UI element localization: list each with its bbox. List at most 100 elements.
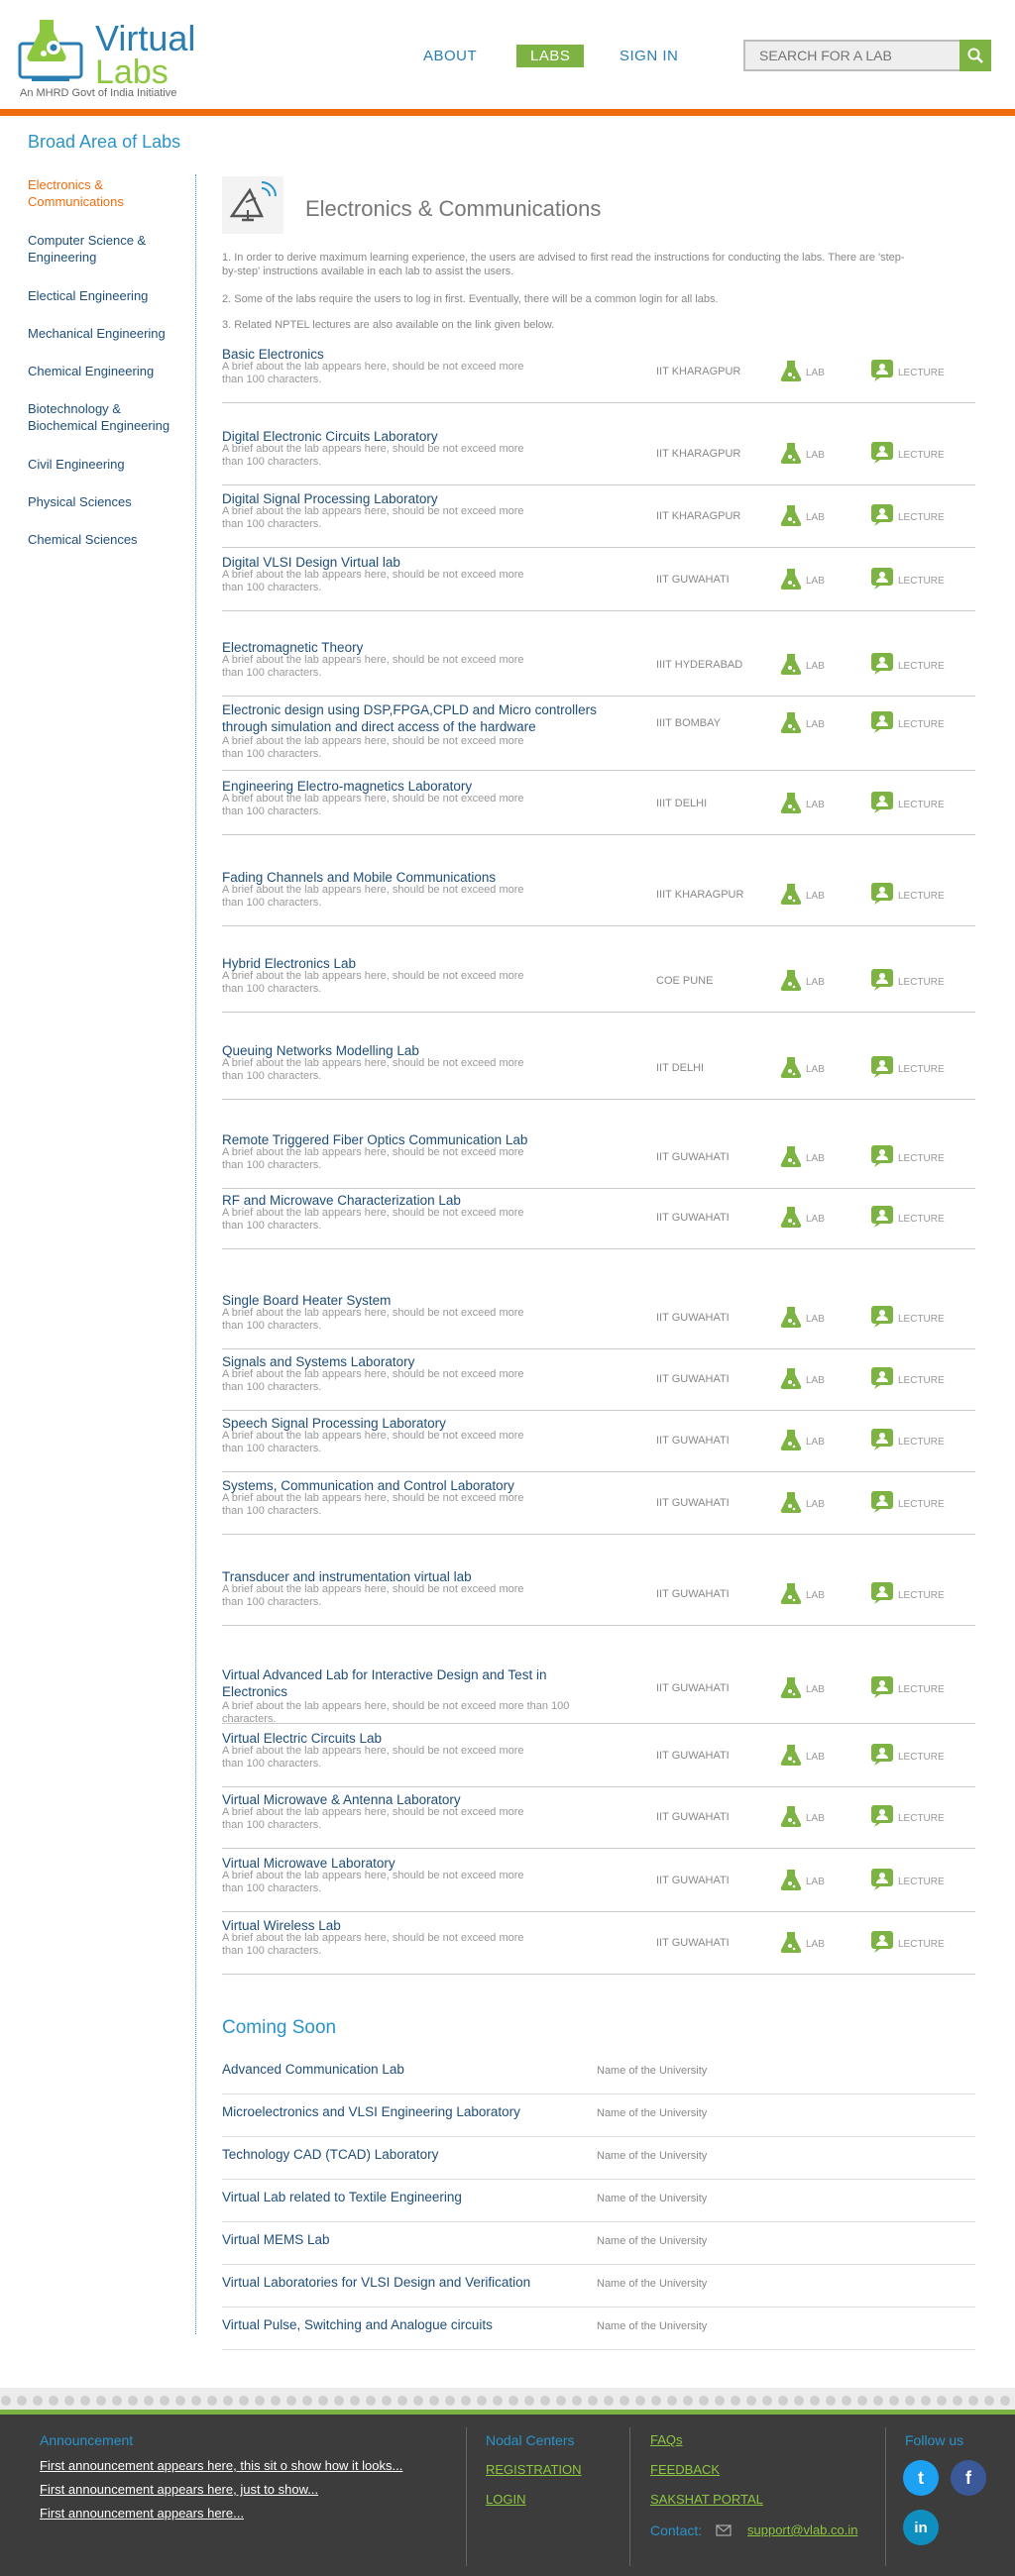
announcement-link[interactable]: First announcement appears here... xyxy=(40,2506,244,2521)
linkedin-icon[interactable]: in xyxy=(903,2510,939,2545)
open-lab-button[interactable]: LAB xyxy=(780,1490,825,1519)
lab-name-link[interactable]: Electronic design using DSP,FPGA,CPLD an… xyxy=(222,701,599,735)
lab-row: Electronic design using DSP,FPGA,CPLD an… xyxy=(222,701,975,771)
open-lab-button[interactable]: LAB xyxy=(780,1804,825,1833)
open-lab-button[interactable]: LAB xyxy=(780,1428,825,1456)
lab-button-label: LAB xyxy=(806,576,825,587)
nav-signin[interactable]: SIGN IN xyxy=(620,48,678,64)
open-lecture-button[interactable]: LECTURE xyxy=(870,441,945,470)
sidebar-item-physical-sciences[interactable]: Physical Sciences xyxy=(28,493,186,510)
announcement-link[interactable]: First announcement appears here, just to… xyxy=(40,2482,318,2497)
sidebar-item-electrical[interactable]: Electical Engineering xyxy=(28,287,186,304)
open-lab-button[interactable]: LAB xyxy=(780,1743,825,1771)
lab-brief: A brief about the lab appears here, shou… xyxy=(222,1700,570,1725)
open-lab-button[interactable]: LAB xyxy=(780,359,825,387)
lecture-icon xyxy=(870,503,894,532)
open-lecture-button[interactable]: LECTURE xyxy=(870,652,945,681)
open-lecture-button[interactable]: LECTURE xyxy=(870,1366,945,1395)
open-lab-button[interactable]: LAB xyxy=(780,567,825,595)
open-lecture-button[interactable]: LECTURE xyxy=(870,791,945,819)
open-lecture-button[interactable]: LECTURE xyxy=(870,1490,945,1519)
sakshat-portal-link[interactable]: SAKSHAT PORTAL xyxy=(650,2492,763,2507)
open-lecture-button[interactable]: LECTURE xyxy=(870,1055,945,1084)
coming-soon-lab-name[interactable]: Microelectronics and VLSI Engineering La… xyxy=(222,2104,520,2119)
lab-brief: A brief about the lab appears here, shou… xyxy=(222,505,524,530)
twitter-icon[interactable]: t xyxy=(903,2460,939,2496)
lab-row: Transducer and instrumentation virtual l… xyxy=(222,1568,975,1626)
coming-soon-lab-name[interactable]: Virtual MEMS Lab xyxy=(222,2232,330,2247)
lab-row: Virtual Wireless Lab A brief about the la… xyxy=(222,1917,975,1975)
coming-soon-university: Name of the University xyxy=(597,2320,708,2332)
open-lab-button[interactable]: LAB xyxy=(780,791,825,819)
sidebar-item-civil[interactable]: Civil Engineering xyxy=(28,456,186,473)
open-lecture-button[interactable]: LECTURE xyxy=(870,1930,945,1959)
open-lecture-button[interactable]: LECTURE xyxy=(870,1428,945,1456)
nodal-centers-link[interactable]: Nodal Centers xyxy=(486,2432,575,2448)
coming-soon-university: Name of the University xyxy=(597,2193,708,2204)
open-lab-button[interactable]: LAB xyxy=(780,1144,825,1173)
open-lab-button[interactable]: LAB xyxy=(780,1366,825,1395)
sidebar-item-electronics[interactable]: Electronics & Communications xyxy=(28,176,186,210)
coming-soon-lab-name[interactable]: Advanced Communication Lab xyxy=(222,2062,404,2077)
coming-soon-lab-name[interactable]: Technology CAD (TCAD) Laboratory xyxy=(222,2147,438,2162)
lab-brief: A brief about the lab appears here, shou… xyxy=(222,1430,524,1454)
open-lab-button[interactable]: LAB xyxy=(780,441,825,470)
open-lecture-button[interactable]: LECTURE xyxy=(870,1804,945,1833)
open-lab-button[interactable]: LAB xyxy=(780,1205,825,1234)
open-lecture-button[interactable]: LECTURE xyxy=(870,710,945,739)
lecture-icon xyxy=(870,710,894,739)
open-lab-button[interactable]: LAB xyxy=(780,1675,825,1704)
sidebar-heading: Broad Area of Labs xyxy=(28,132,181,152)
login-link[interactable]: LOGIN xyxy=(486,2492,525,2507)
coming-soon-lab-name[interactable]: Virtual Pulse, Switching and Analogue ci… xyxy=(222,2317,493,2332)
follow-us-heading: Follow us xyxy=(905,2432,964,2448)
sidebar-item-chemical-sciences[interactable]: Chemical Sciences xyxy=(28,531,186,548)
coming-soon-lab-name[interactable]: Virtual Laboratories for VLSI Design and… xyxy=(222,2275,530,2290)
open-lab-button[interactable]: LAB xyxy=(780,968,825,997)
open-lecture-button[interactable]: LECTURE xyxy=(870,1205,945,1234)
lecture-button-label: LECTURE xyxy=(898,891,945,902)
feedback-link[interactable]: FEEDBACK xyxy=(650,2462,720,2477)
announcement-link[interactable]: First announcement appears here, this si… xyxy=(40,2458,402,2473)
sidebar-item-mechanical[interactable]: Mechanical Engineering xyxy=(28,325,186,342)
open-lecture-button[interactable]: LECTURE xyxy=(870,1675,945,1704)
open-lab-button[interactable]: LAB xyxy=(780,882,825,911)
support-email-link[interactable]: support@vlab.co.in xyxy=(747,2522,857,2537)
facebook-icon[interactable]: f xyxy=(951,2460,986,2496)
open-lecture-button[interactable]: LECTURE xyxy=(870,359,945,387)
nav-labs[interactable]: LABS xyxy=(516,45,585,67)
open-lecture-button[interactable]: LECTURE xyxy=(870,1144,945,1173)
open-lab-button[interactable]: LAB xyxy=(780,1305,825,1334)
open-lab-button[interactable]: LAB xyxy=(780,503,825,532)
lab-name-link[interactable]: Virtual Advanced Lab for Interactive Des… xyxy=(222,1666,599,1700)
sidebar-item-chemical-engineering[interactable]: Chemical Engineering xyxy=(28,363,186,379)
lab-row: Engineering Electro-magnetics Laboratory… xyxy=(222,778,975,835)
open-lecture-button[interactable]: LECTURE xyxy=(870,567,945,595)
lab-button-label: LAB xyxy=(806,1375,825,1386)
nav-about[interactable]: ABOUT xyxy=(423,48,477,64)
open-lecture-button[interactable]: LECTURE xyxy=(870,882,945,911)
open-lecture-button[interactable]: LECTURE xyxy=(870,1868,945,1896)
open-lecture-button[interactable]: LECTURE xyxy=(870,1305,945,1334)
open-lab-button[interactable]: LAB xyxy=(780,1055,825,1084)
registration-link[interactable]: REGISTRATION xyxy=(486,2462,582,2477)
sidebar-item-computer-science[interactable]: Computer Science & Engineering xyxy=(28,232,186,266)
open-lecture-button[interactable]: LECTURE xyxy=(870,503,945,532)
open-lecture-button[interactable]: LECTURE xyxy=(870,968,945,997)
search-button[interactable] xyxy=(959,40,991,71)
open-lab-button[interactable]: LAB xyxy=(780,652,825,681)
flask-icon xyxy=(780,710,802,739)
open-lecture-button[interactable]: LECTURE xyxy=(870,1743,945,1771)
open-lecture-button[interactable]: LECTURE xyxy=(870,1581,945,1610)
lecture-button-label: LECTURE xyxy=(898,1375,945,1386)
coming-soon-lab-name[interactable]: Virtual Lab related to Textile Engineeri… xyxy=(222,2190,462,2204)
faqs-link[interactable]: FAQs xyxy=(650,2432,683,2447)
search-input[interactable] xyxy=(743,40,961,71)
coming-soon-university: Name of the University xyxy=(597,2107,708,2119)
sidebar-item-biotechnology[interactable]: Biotechnology & Biochemical Engineering xyxy=(28,400,186,434)
open-lab-button[interactable]: LAB xyxy=(780,1930,825,1959)
virtual-labs-logo[interactable]: Virtual Labs An MHRD Govt of India Initi… xyxy=(18,14,216,103)
open-lab-button[interactable]: LAB xyxy=(780,1581,825,1610)
open-lab-button[interactable]: LAB xyxy=(780,710,825,739)
open-lab-button[interactable]: LAB xyxy=(780,1868,825,1896)
